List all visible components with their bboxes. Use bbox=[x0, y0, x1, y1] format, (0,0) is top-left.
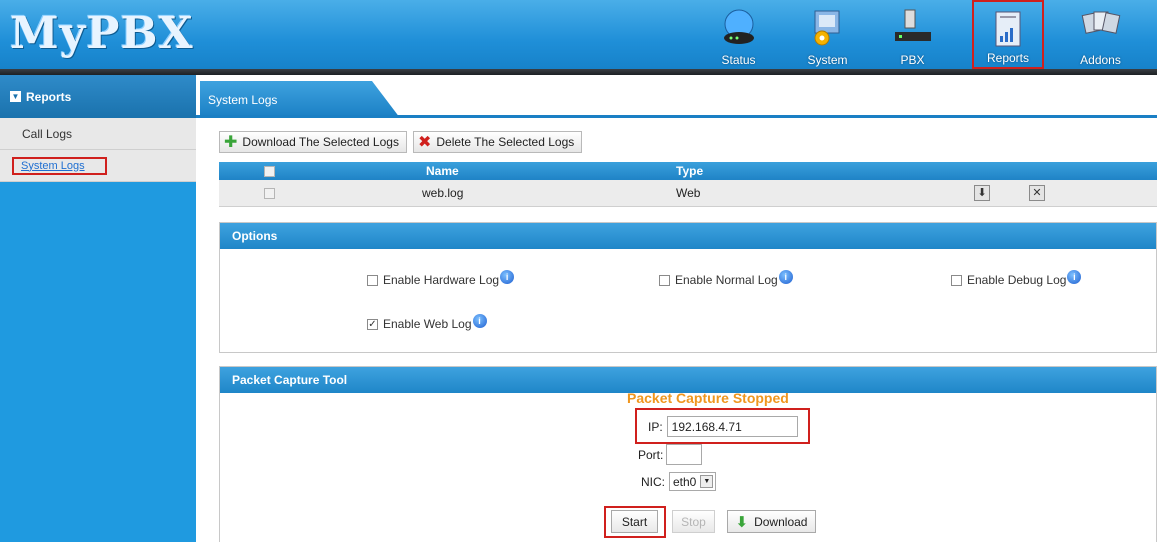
system-icon bbox=[814, 10, 839, 46]
sidebar: ▼ Reports Call Logs System Logs bbox=[0, 75, 196, 542]
normal-log-checkbox[interactable] bbox=[659, 274, 670, 286]
row-checkbox[interactable] bbox=[264, 187, 275, 199]
nic-row: NIC: eth0 ▼ bbox=[641, 472, 717, 491]
pbx-icon bbox=[894, 9, 931, 41]
chevron-down-icon: ▼ bbox=[700, 475, 714, 488]
row-type: Web bbox=[676, 186, 701, 200]
nav-addons[interactable]: Addons bbox=[1063, 0, 1138, 69]
options-panel: Options Enable Hardware Log i Enable Nor… bbox=[219, 222, 1157, 353]
option-debug-log[interactable]: Enable Debug Log i bbox=[951, 270, 1082, 287]
option-normal-log[interactable]: Enable Normal Log i bbox=[659, 270, 793, 287]
start-button[interactable]: Start bbox=[611, 510, 658, 533]
tab-divider bbox=[196, 115, 1157, 118]
option-web-log[interactable]: Enable Web Log i bbox=[367, 314, 487, 331]
column-name: Name bbox=[426, 164, 459, 178]
ip-row: IP: 192.168.4.71 bbox=[648, 416, 798, 437]
plus-icon: ✚ bbox=[224, 134, 238, 151]
stop-button[interactable]: Stop bbox=[672, 510, 715, 533]
nav-system[interactable]: System bbox=[790, 0, 865, 69]
logs-table: Name Type web.log Web ⬇ ✕ bbox=[219, 162, 1157, 207]
info-icon[interactable]: i bbox=[500, 270, 515, 284]
toolbar: ✚ Download The Selected Logs ✖ Delete Th… bbox=[219, 131, 583, 153]
info-icon[interactable]: i bbox=[472, 314, 487, 328]
select-all-checkbox[interactable] bbox=[264, 165, 275, 177]
option-hardware-log[interactable]: Enable Hardware Log i bbox=[367, 270, 515, 287]
collapse-icon: ▼ bbox=[10, 91, 21, 102]
delete-log-icon[interactable]: ✕ bbox=[1029, 185, 1045, 201]
nic-select[interactable]: eth0 ▼ bbox=[669, 472, 717, 491]
reports-icon bbox=[995, 11, 1021, 47]
web-log-checkbox[interactable] bbox=[367, 318, 378, 330]
nav-reports[interactable]: Reports bbox=[972, 0, 1044, 69]
table-header: Name Type bbox=[219, 162, 1157, 180]
mypbx-logo: MyPBX bbox=[10, 8, 194, 59]
table-row: web.log Web ⬇ ✕ bbox=[219, 180, 1157, 207]
download-icon: ⬇ bbox=[735, 513, 749, 531]
delete-selected-logs-button[interactable]: ✖ Delete The Selected Logs bbox=[412, 131, 583, 153]
port-input[interactable] bbox=[666, 444, 703, 465]
capture-status: Packet Capture Stopped bbox=[627, 390, 789, 406]
info-icon[interactable]: i bbox=[1067, 270, 1082, 284]
nav-pbx[interactable]: PBX bbox=[875, 0, 950, 69]
status-icon bbox=[723, 9, 754, 44]
nav-status[interactable]: Status bbox=[701, 0, 776, 69]
sidebar-title: Reports bbox=[26, 89, 72, 104]
download-capture-button[interactable]: ⬇ Download bbox=[727, 510, 816, 533]
tab-system-logs[interactable]: System Logs bbox=[200, 81, 400, 118]
top-header: MyPBX Status System PBX Reports Addons bbox=[0, 0, 1157, 75]
download-log-icon[interactable]: ⬇ bbox=[974, 185, 990, 201]
debug-log-checkbox[interactable] bbox=[951, 274, 962, 286]
addons-icon bbox=[1081, 11, 1120, 34]
row-name: web.log bbox=[422, 186, 464, 200]
options-title: Options bbox=[220, 223, 1156, 249]
ip-label: IP: bbox=[648, 419, 663, 434]
column-type: Type bbox=[676, 164, 704, 178]
sidebar-item-label: System Logs bbox=[12, 156, 107, 175]
sidebar-header[interactable]: ▼ Reports bbox=[0, 75, 196, 118]
port-row: Port: bbox=[638, 444, 703, 465]
sidebar-item-call-logs[interactable]: Call Logs bbox=[0, 118, 196, 150]
delete-icon: ✖ bbox=[417, 134, 432, 151]
tab-bar: System Logs bbox=[196, 75, 1157, 118]
download-selected-logs-button[interactable]: ✚ Download The Selected Logs bbox=[219, 131, 407, 153]
sidebar-item-label: Call Logs bbox=[22, 126, 73, 141]
hardware-log-checkbox[interactable] bbox=[367, 274, 378, 286]
port-label: Port: bbox=[638, 447, 664, 462]
info-icon[interactable]: i bbox=[778, 270, 793, 284]
nic-label: NIC: bbox=[641, 474, 665, 489]
sidebar-item-system-logs[interactable]: System Logs bbox=[0, 150, 196, 182]
ip-input[interactable]: 192.168.4.71 bbox=[666, 416, 798, 437]
